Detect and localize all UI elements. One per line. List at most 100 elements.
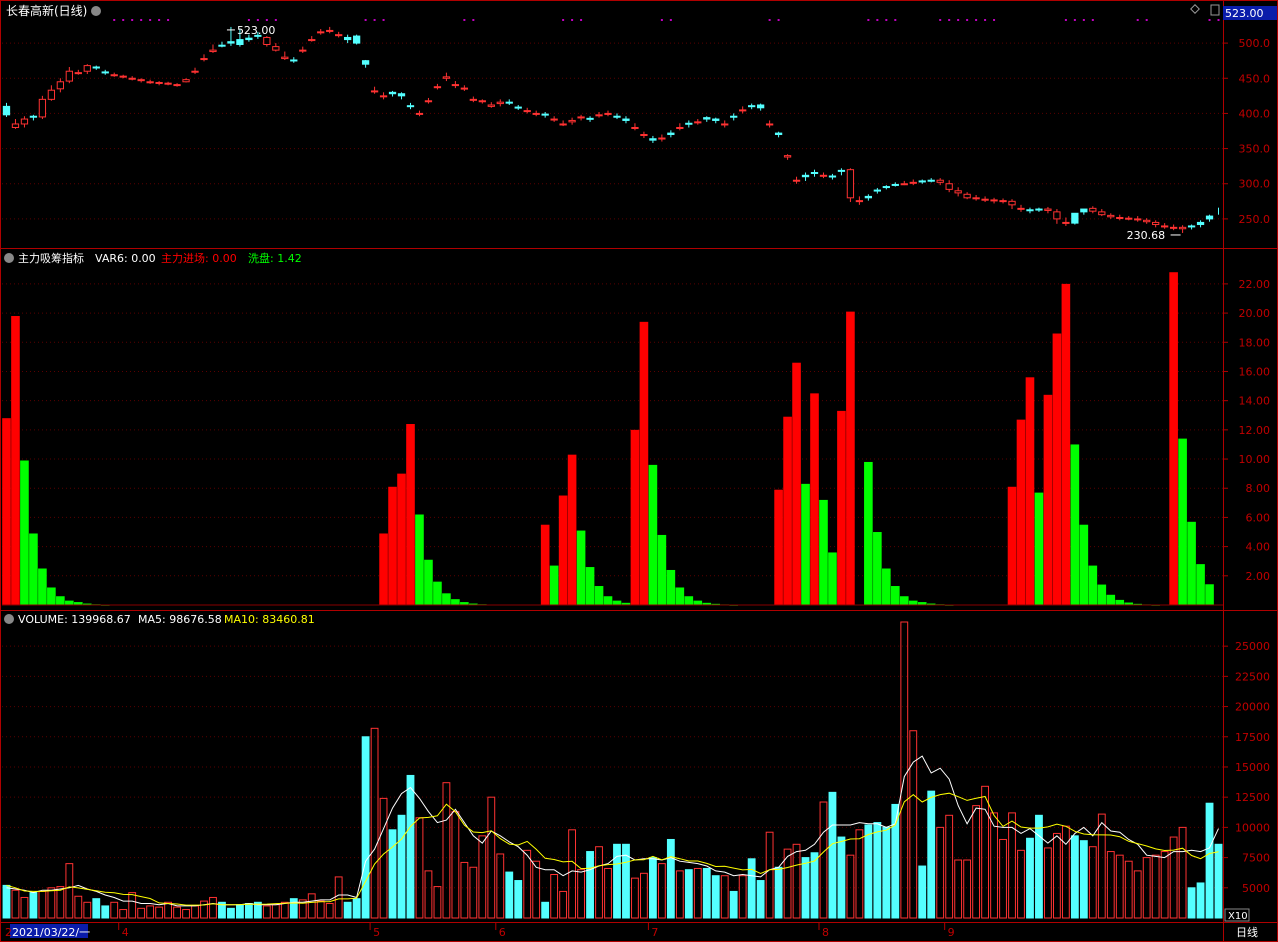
signal-dot	[993, 19, 996, 21]
volume-menu-icon[interactable]	[4, 614, 14, 624]
volume-bar	[675, 870, 684, 919]
volume-label: VOLUME: 139968.67	[18, 613, 131, 626]
month-label: 7	[651, 926, 658, 939]
signal-dot	[885, 19, 888, 21]
candle	[415, 112, 424, 115]
candle	[1161, 225, 1169, 228]
candle	[532, 112, 540, 115]
volume-bar	[586, 851, 594, 919]
volume-bar	[137, 907, 146, 919]
candle	[406, 105, 415, 108]
volume-bar	[693, 867, 702, 919]
indicator-menu-icon[interactable]	[4, 253, 14, 263]
window-icon[interactable]	[1210, 4, 1220, 16]
volume-bar	[711, 875, 720, 919]
zoom-label[interactable]: X10	[1228, 911, 1248, 922]
candle	[505, 101, 513, 104]
candle	[1017, 207, 1025, 210]
volume-bar	[128, 892, 137, 919]
volume-bar	[640, 872, 648, 919]
volume-bar	[801, 857, 810, 919]
volume-bar	[236, 904, 244, 919]
volume-bar	[945, 814, 954, 919]
candle	[909, 181, 917, 184]
signal-dot	[1064, 19, 1067, 21]
washout-bar	[549, 565, 559, 605]
signal-dot	[660, 19, 663, 21]
candle	[622, 118, 630, 121]
candle	[335, 34, 343, 37]
candle	[765, 123, 774, 126]
candle	[891, 183, 899, 186]
candle	[1008, 200, 1016, 206]
volume-bar	[550, 874, 559, 919]
candle	[963, 193, 971, 199]
volume-bar	[1097, 813, 1106, 919]
inflow-bar	[567, 454, 577, 605]
washout-bar	[693, 600, 703, 605]
volume-bar	[101, 905, 110, 919]
washout-bar	[576, 530, 586, 605]
signal-dot	[122, 19, 125, 21]
current-price-badge: 523.00	[1225, 7, 1264, 20]
washout-bar	[433, 581, 442, 605]
candle	[281, 56, 289, 60]
candle	[2, 105, 11, 116]
candle	[227, 41, 235, 44]
volume-bar	[963, 859, 972, 919]
washout-bar	[1079, 524, 1089, 605]
volume-tick-label: 12500	[1235, 791, 1270, 804]
var6-label: VAR6: 0.00	[95, 252, 156, 265]
candle	[424, 100, 433, 103]
volume-bar	[819, 801, 828, 919]
candle	[469, 98, 477, 101]
washout-bar	[828, 552, 837, 605]
washout-bar	[873, 532, 882, 605]
volume-bar	[1151, 854, 1160, 919]
period-label[interactable]: 日线	[1236, 925, 1258, 939]
volume-bar	[541, 901, 550, 919]
candle	[460, 87, 469, 90]
indicator-tick-label: 10.00	[1239, 453, 1271, 466]
signal-dot	[1136, 19, 1139, 21]
volume-bar	[936, 826, 945, 919]
volume-bar	[227, 907, 235, 919]
volume-bar	[209, 896, 217, 919]
month-label: 5	[373, 926, 380, 939]
candle	[101, 71, 109, 74]
candle	[945, 183, 953, 190]
month-label: 8	[822, 926, 829, 939]
washout-bar	[1106, 594, 1116, 605]
volume-bar	[388, 829, 397, 919]
volume-bar	[191, 905, 199, 919]
candle	[74, 72, 82, 75]
signal-dot	[1091, 19, 1094, 21]
candle	[110, 74, 118, 77]
signal-dot	[876, 19, 879, 21]
candle	[568, 119, 576, 123]
volume-bar	[1026, 837, 1034, 919]
volume-bar	[316, 900, 325, 919]
indicator-tick-label: 6.00	[1246, 511, 1271, 524]
diamond-icon[interactable]	[1190, 4, 1200, 14]
candle	[748, 105, 756, 108]
washout-bar	[442, 593, 451, 605]
volume-bar	[1115, 854, 1124, 919]
candle	[236, 39, 244, 46]
volume-tick-label: 17500	[1235, 731, 1270, 744]
washout-bar	[424, 559, 433, 605]
washout-bar	[1205, 584, 1214, 605]
candle	[1062, 221, 1070, 224]
volume-bar	[1133, 870, 1142, 919]
candle	[361, 60, 370, 65]
dropdown-icon[interactable]	[91, 6, 101, 16]
candle	[846, 169, 855, 199]
inflow-bar	[774, 489, 783, 605]
volume-bar	[631, 877, 639, 919]
signal-dot	[571, 19, 574, 21]
candle	[137, 79, 145, 82]
candle	[1098, 211, 1106, 216]
washout-bar	[648, 464, 658, 605]
volume-bar	[1017, 849, 1025, 919]
candle	[164, 82, 172, 85]
